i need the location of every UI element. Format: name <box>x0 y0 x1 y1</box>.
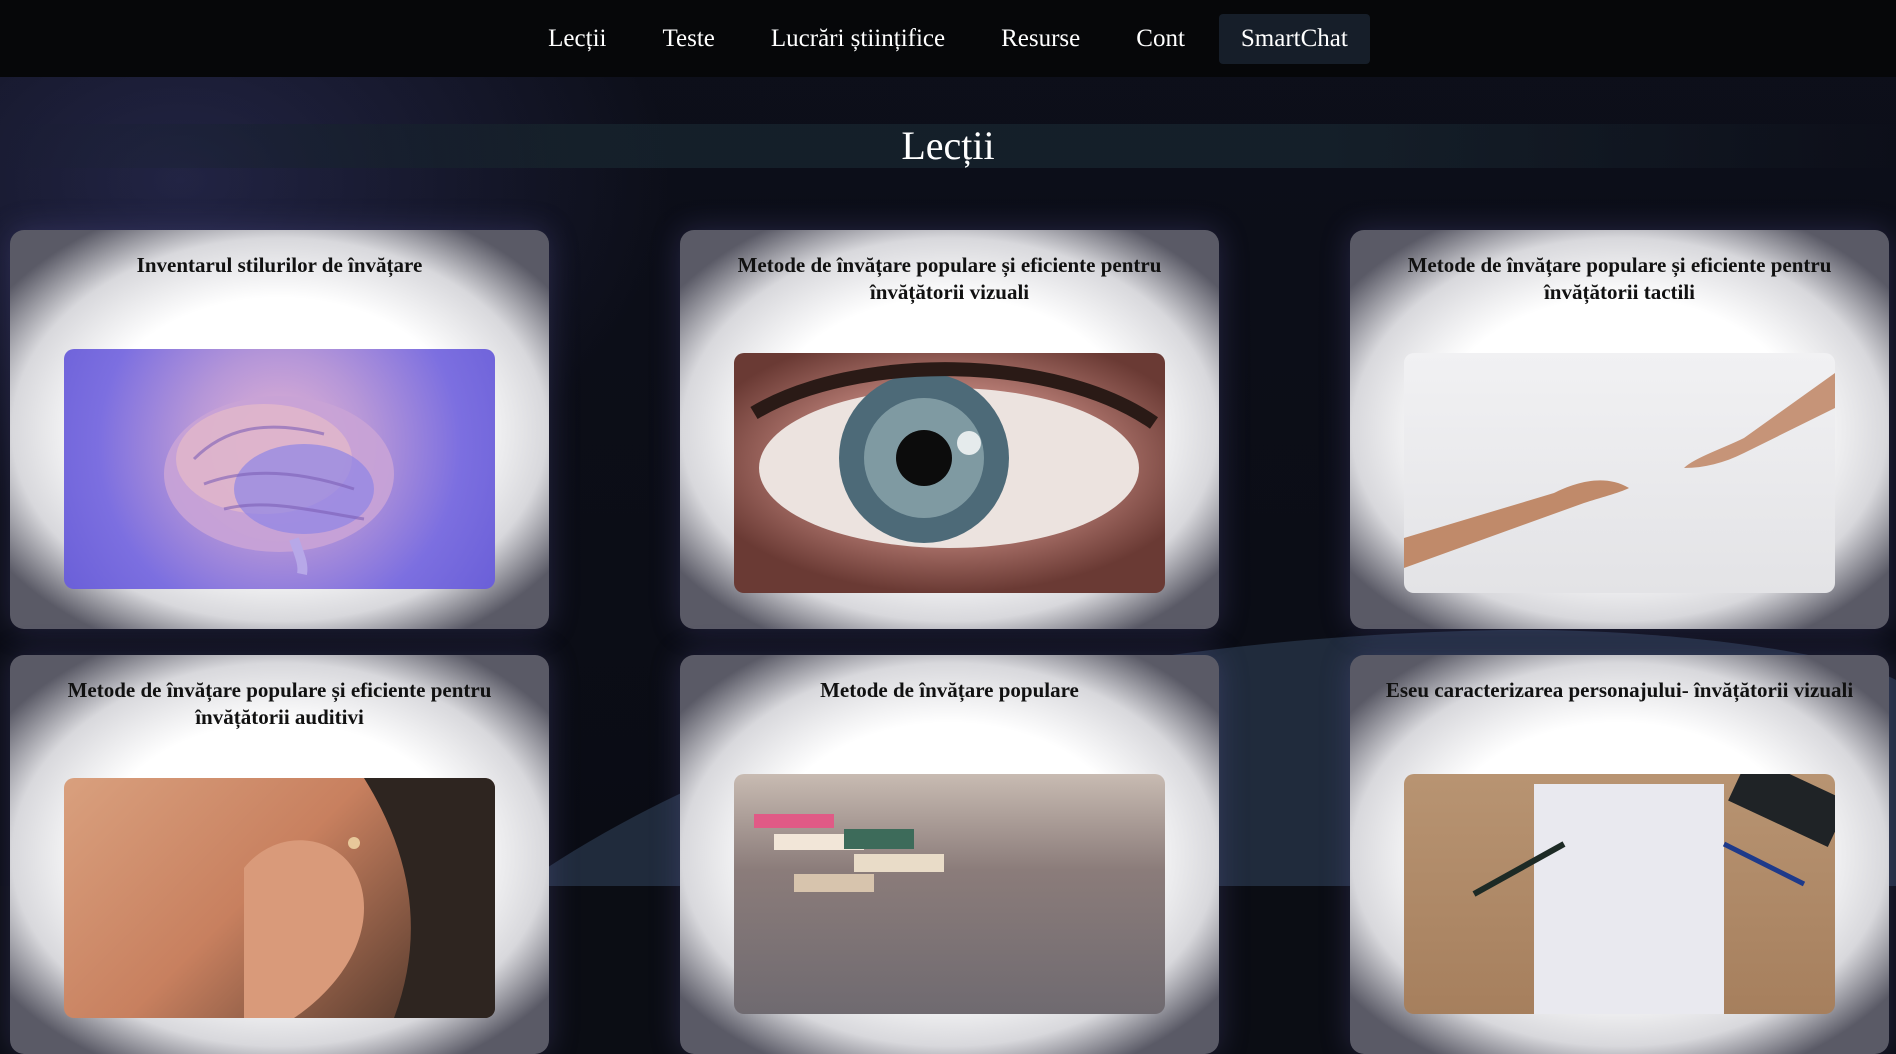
nav-item-resurse[interactable]: Resurse <box>979 14 1102 64</box>
lesson-card[interactable]: Metode de învățare populare și eficiente… <box>680 230 1219 629</box>
top-navigation: Lecții Teste Lucrări științifice Resurse… <box>0 0 1896 77</box>
lesson-card-title: Metode de învățare populare și eficiente… <box>1360 252 1879 306</box>
nav-item-cont[interactable]: Cont <box>1114 14 1207 64</box>
lesson-card-title: Metode de învățare populare și eficiente… <box>690 252 1209 306</box>
paper-pens-image <box>1404 774 1835 1014</box>
nav-item-lucrari-stiintifice[interactable]: Lucrări științifice <box>749 14 967 64</box>
eye-image <box>734 353 1165 593</box>
lesson-card-title: Inventarul stilurilor de învățare <box>20 252 539 279</box>
lesson-card[interactable]: Metode de învățare populare <box>680 655 1219 1054</box>
lesson-card[interactable]: Eseu caracterizarea personajului- învăță… <box>1350 655 1889 1054</box>
hands-image <box>1404 353 1835 593</box>
lesson-card[interactable]: Inventarul stilurilor de învățare <box>10 230 549 629</box>
ear-image <box>64 778 495 1018</box>
lesson-card-title: Eseu caracterizarea personajului- învăță… <box>1360 677 1879 704</box>
nav-item-smartchat[interactable]: SmartChat <box>1219 14 1370 64</box>
books-image <box>734 774 1165 1014</box>
lesson-card-title: Metode de învățare populare <box>690 677 1209 704</box>
page-title: Lecții <box>0 118 1896 174</box>
nav-item-teste[interactable]: Teste <box>640 14 736 64</box>
nav-item-lectii[interactable]: Lecții <box>526 14 628 64</box>
lesson-card-title: Metode de învățare populare și eficiente… <box>20 677 539 731</box>
brain-image <box>64 349 495 589</box>
lesson-card[interactable]: Metode de învățare populare și eficiente… <box>1350 230 1889 629</box>
lesson-card[interactable]: Metode de învățare populare și eficiente… <box>10 655 549 1054</box>
